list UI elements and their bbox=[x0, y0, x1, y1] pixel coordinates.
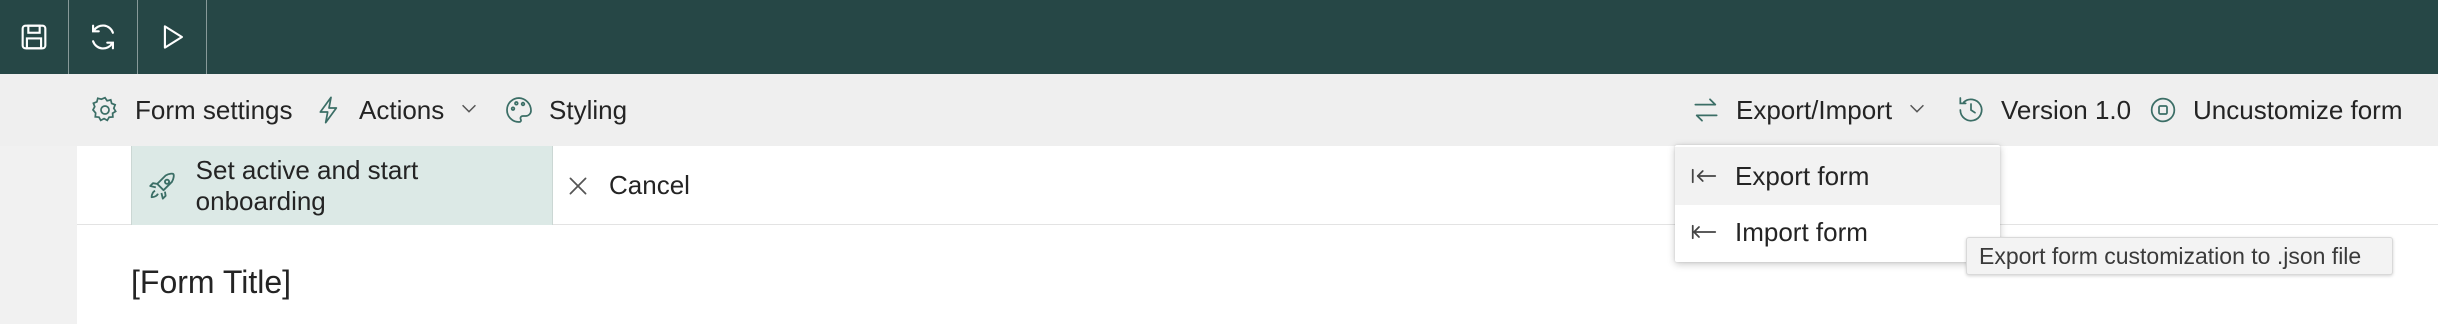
lightning-icon bbox=[319, 96, 338, 124]
export-form-menu-item[interactable]: Export form bbox=[1675, 147, 2000, 205]
refresh-icon bbox=[92, 24, 114, 50]
form-canvas: Set active and start onboarding Cancel [… bbox=[77, 146, 2438, 324]
chevron-down-icon bbox=[1906, 95, 1928, 126]
refresh-button[interactable] bbox=[69, 0, 138, 74]
cancel-button[interactable]: Cancel bbox=[565, 146, 690, 225]
export-tooltip: Export form customization to .json file bbox=[1966, 237, 2393, 275]
history-icon bbox=[1959, 97, 1983, 122]
top-toolbar bbox=[0, 0, 2438, 74]
import-icon bbox=[1691, 224, 1717, 240]
form-title[interactable]: [Form Title] bbox=[131, 264, 291, 301]
export-import-dropdown: Export form Import form bbox=[1675, 145, 2000, 262]
cancel-label: Cancel bbox=[609, 170, 690, 200]
actions-menu-button[interactable]: Actions bbox=[313, 74, 480, 146]
actions-label: Actions bbox=[359, 94, 445, 125]
close-icon bbox=[569, 177, 587, 194]
gear-icon bbox=[91, 96, 117, 122]
uncustomize-form-button[interactable]: Uncustomize form bbox=[2147, 74, 2403, 146]
uncustomize-label: Uncustomize form bbox=[2193, 94, 2403, 125]
export-import-label: Export/Import bbox=[1736, 94, 1893, 125]
export-icon bbox=[1691, 168, 1717, 184]
import-form-label: Import form bbox=[1735, 216, 1868, 247]
save-icon bbox=[21, 24, 47, 50]
chevron-down-icon bbox=[458, 95, 480, 126]
palette-icon bbox=[506, 97, 532, 123]
set-active-button[interactable]: Set active and start onboarding bbox=[131, 146, 553, 225]
rocket-icon bbox=[149, 172, 175, 200]
form-settings-label: Form settings bbox=[135, 94, 293, 125]
set-active-label: Set active and start onboarding bbox=[195, 154, 419, 216]
import-form-menu-item[interactable]: Import form bbox=[1675, 203, 2000, 261]
arrows-swap-icon bbox=[1694, 98, 1718, 122]
stop-circle-icon bbox=[2150, 97, 2176, 123]
save-button[interactable] bbox=[0, 0, 69, 74]
play-icon bbox=[163, 25, 183, 49]
version-button[interactable]: Version 1.0 bbox=[1955, 74, 2131, 146]
form-command-bar: Set active and start onboarding Cancel bbox=[77, 146, 2438, 225]
export-import-menu-button[interactable]: Export/Import bbox=[1690, 74, 1928, 146]
form-settings-button[interactable]: Form settings bbox=[89, 74, 293, 146]
version-label: Version 1.0 bbox=[2001, 94, 2132, 125]
preview-button[interactable] bbox=[138, 0, 207, 74]
styling-label: Styling bbox=[549, 94, 628, 125]
command-bar: Form settings Actions Styling Export/Imp… bbox=[0, 74, 2438, 146]
export-form-label: Export form bbox=[1735, 160, 1870, 191]
styling-button[interactable]: Styling bbox=[503, 74, 627, 146]
